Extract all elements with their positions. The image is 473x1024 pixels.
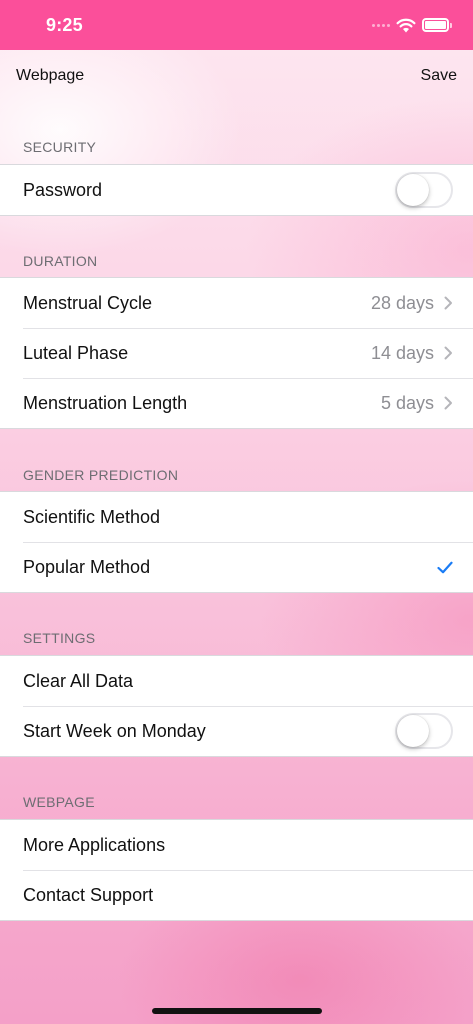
start-week-monday-label: Start Week on Monday (23, 720, 206, 741)
menstrual-cycle-value: 28 days (370, 292, 434, 313)
start-week-monday-row: Start Week on Monday (0, 706, 473, 756)
section-header-security: SECURITY (23, 139, 97, 155)
contact-support-row[interactable]: Contact Support (0, 870, 473, 920)
section-header-webpage: WEBPAGE (23, 794, 95, 810)
webpage-group: More Applications Contact Support (0, 819, 473, 921)
checkmark-icon (437, 561, 453, 573)
contact-support-label: Contact Support (23, 884, 154, 905)
popular-method-label: Popular Method (23, 556, 151, 577)
duration-group: Menstrual Cycle 28 days Luteal Phase 14 … (0, 277, 473, 429)
menstrual-cycle-label: Menstrual Cycle (23, 292, 153, 313)
chevron-right-icon (444, 346, 452, 360)
save-button[interactable]: Save (421, 67, 457, 85)
password-row: Password (0, 165, 473, 215)
battery-icon (422, 18, 452, 32)
scientific-method-row[interactable]: Scientific Method (0, 492, 473, 542)
home-indicator[interactable] (152, 1008, 322, 1014)
status-icons (372, 16, 452, 34)
clear-all-data-row[interactable]: Clear All Data (0, 656, 473, 706)
scientific-method-label: Scientific Method (23, 506, 161, 527)
popular-method-row[interactable]: Popular Method (0, 542, 473, 592)
settings-group: Clear All Data Start Week on Monday (0, 655, 473, 757)
more-applications-row[interactable]: More Applications (0, 820, 473, 870)
password-label: Password (23, 179, 103, 200)
toggle-knob (397, 715, 429, 747)
chevron-right-icon (444, 296, 452, 310)
menstruation-length-value: 5 days (380, 392, 434, 413)
section-header-duration: DURATION (23, 253, 98, 269)
start-week-monday-toggle[interactable] (395, 713, 453, 749)
chevron-right-icon (444, 396, 452, 410)
navigation-bar: Webpage Save (0, 50, 473, 100)
wifi-icon (396, 18, 416, 32)
more-applications-label: More Applications (23, 834, 166, 855)
luteal-phase-value: 14 days (370, 342, 434, 363)
security-group: Password (0, 164, 473, 216)
menstruation-length-label: Menstruation Length (23, 392, 188, 413)
luteal-phase-label: Luteal Phase (23, 342, 129, 363)
cellular-signal-icon (372, 23, 390, 27)
gender-prediction-group: Scientific Method Popular Method (0, 491, 473, 593)
webpage-nav-button[interactable]: Webpage (16, 67, 84, 85)
toggle-knob (397, 174, 429, 206)
section-header-settings: SETTINGS (23, 630, 96, 646)
status-bar: 9:25 (0, 0, 473, 50)
menstruation-length-row[interactable]: Menstruation Length 5 days (0, 378, 473, 428)
password-toggle[interactable] (395, 172, 453, 208)
menstrual-cycle-row[interactable]: Menstrual Cycle 28 days (0, 278, 473, 328)
clear-all-data-label: Clear All Data (23, 670, 134, 691)
luteal-phase-row[interactable]: Luteal Phase 14 days (0, 328, 473, 378)
status-time: 9:25 (46, 15, 83, 35)
section-header-gender-prediction: GENDER PREDICTION (23, 467, 179, 483)
